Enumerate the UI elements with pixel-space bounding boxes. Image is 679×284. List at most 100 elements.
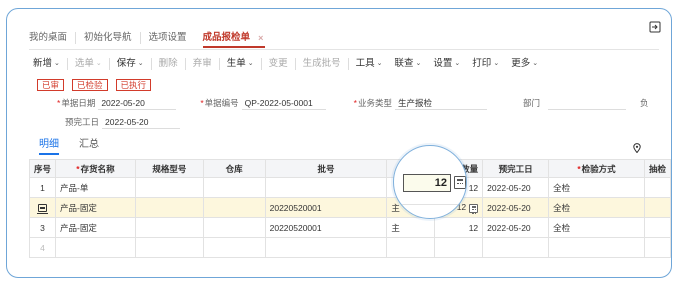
tab-option-settings[interactable]: 选项设置 [149,32,195,44]
toolbar-label: 生成批号 [302,58,341,69]
cell-plan-date[interactable]: 2022-05-20 [482,177,550,198]
tab-init-guide[interactable]: 初始化导航 [84,32,141,44]
table-row[interactable]: 产品-固定 20220520001 主 12 2022-05-20 全检 [28,197,671,218]
chevron-down-icon: ⌄ [532,60,539,67]
cell-batch[interactable] [264,237,388,258]
toolbar-label: 保存 [116,58,136,69]
cell-sample[interactable] [643,217,671,238]
doc-date-label: *单据日期 [57,98,96,108]
tab-label: 选项设置 [148,32,187,43]
cell-method[interactable] [548,237,645,258]
cell-plan-date[interactable]: 2022-05-20 [482,217,550,238]
dept-field[interactable] [548,97,626,110]
column-header-batch[interactable]: 批号 [264,159,388,178]
column-header-seq[interactable]: 序号 [28,159,57,178]
toolbar-delete-button[interactable]: 删除 [159,58,186,70]
cell-batch[interactable]: 20220520001 [264,197,388,218]
cell-batch[interactable] [264,177,388,198]
cell-sample[interactable] [643,237,671,258]
toolbar-print-button[interactable]: 打印 ⌄ [472,58,501,70]
column-header-spec[interactable]: 规格型号 [134,159,204,178]
table-row[interactable]: 4 [28,237,671,258]
doc-no-field[interactable]: QP-2022-05-0001 [241,97,326,110]
cell-seq[interactable]: 1 [28,177,57,198]
tab-finished-inspection[interactable]: 成品报检单 × [202,32,272,48]
toolbar-generate-button[interactable]: 生单 ⌄ [227,58,262,70]
biz-type-field[interactable]: 生产报检 [394,97,487,110]
cell-unit[interactable] [386,237,436,258]
quantity-value: 12 [434,177,447,189]
cell-spec[interactable] [134,217,204,238]
toolbar-tools-button[interactable]: 工具 ⌄ [356,58,385,70]
toolbar-new-button[interactable]: 新增 ⌄ [33,58,68,70]
chevron-down-icon: ⌄ [415,60,422,67]
toolbar: 新增 ⌄ 选单 ⌄ 保存 ⌄ 删除 弃审 生单 ⌄ 变更 生成批号 工具 ⌄ 联查 ⌄ 设置 ⌄ 打印 ⌄ 更多 ⌄ [33,57,659,71]
tabs-divider [29,49,659,50]
form-row-1: *单据日期 2022-05-20 *单据编号 QP-2022-05-0001 *… [57,96,649,110]
column-header-item-name[interactable]: *存货名称 [55,159,136,178]
toolbar-unapprove-button[interactable]: 弃审 [193,58,220,70]
quantity-input[interactable]: 12 [403,174,451,192]
cell-method[interactable]: 全检 [548,197,645,218]
toolbar-settings-button[interactable]: 设置 ⌄ [433,58,462,70]
toolbar-label: 删除 [158,58,178,69]
toolbar-change-button[interactable]: 变更 [269,58,296,70]
close-icon[interactable]: × [258,32,263,44]
cell-warehouse[interactable] [202,217,266,238]
chevron-down-icon: ⌄ [376,60,383,67]
cell-spec[interactable] [134,237,204,258]
cell-batch[interactable]: 20220520001 [264,217,388,238]
cell-method[interactable]: 全检 [548,177,645,198]
cell-unit[interactable]: 主 [386,217,436,238]
cell-qty[interactable] [434,237,484,258]
form-row-2: 预完工日 2022-05-20 [65,115,181,129]
column-header-label: 存货名称 [80,163,115,174]
cell-item-name[interactable]: 产品-单 [55,177,136,198]
plan-date-field[interactable]: 2022-05-20 [102,116,181,129]
chevron-down-icon: ⌄ [95,60,102,67]
chevron-down-icon: ⌄ [493,60,500,67]
toolbar-more-button[interactable]: 更多 ⌄ [511,58,540,70]
column-header-warehouse[interactable]: 仓库 [202,159,266,178]
toolbar-label: 生单 [226,58,246,69]
tab-my-desktop[interactable]: 我的桌面 [29,32,77,44]
cell-warehouse[interactable] [202,197,266,218]
cell-plan-date[interactable]: 2022-05-20 [482,197,550,218]
cell-warehouse[interactable] [202,177,266,198]
cell-spec[interactable] [134,177,204,198]
toolbar-save-button[interactable]: 保存 ⌄ [117,58,152,70]
column-header-method[interactable]: *检验方式 [548,159,645,178]
location-pin-icon[interactable] [633,143,641,153]
cell-item-name[interactable]: 产品-固定 [55,217,136,238]
cell-warehouse[interactable] [202,237,266,258]
toolbar-select-button[interactable]: 选单 ⌄ [75,58,110,70]
doc-date-field[interactable]: 2022-05-20 [98,97,177,110]
table-row[interactable]: 3 产品-固定 20220520001 主 12 2022-05-20 全检 [28,217,671,238]
toolbar-inquire-button[interactable]: 联查 ⌄ [395,58,424,70]
column-header-sample[interactable]: 抽检 [643,159,671,178]
cell-spec[interactable] [134,197,204,218]
tab-detail[interactable]: 明细 [39,135,59,155]
cell-seq[interactable]: 3 [28,217,57,238]
cell-seq[interactable] [28,197,57,218]
tab-summary[interactable]: 汇总 [79,135,99,150]
table-row[interactable]: 1 产品-单 12 2022-05-20 全检 [28,177,671,198]
calculator-icon[interactable] [454,176,466,189]
toolbar-label: 打印 [472,58,492,69]
toolbar-gen-batch-button[interactable]: 生成批号 [303,58,349,70]
calculator-icon[interactable] [469,203,479,214]
cell-item-name[interactable] [55,237,136,258]
column-header-plan-date[interactable]: 预完工日 [482,159,550,178]
cell-method[interactable]: 全检 [548,217,645,238]
toolbar-label: 更多 [511,58,531,69]
cell-qty[interactable]: 12 [434,217,484,238]
detail-tabs: 明细 汇总 [39,135,119,155]
chevron-down-icon: ⌄ [54,60,60,67]
cell-sample[interactable] [643,197,671,218]
cutoff-label: 负 [640,98,649,108]
cell-item-name[interactable]: 产品-固定 [55,197,136,218]
cell-plan-date[interactable] [482,237,550,258]
cell-sample[interactable] [643,177,671,198]
status-badge-executed: 已执行 [115,79,152,91]
cell-seq[interactable]: 4 [28,237,57,258]
